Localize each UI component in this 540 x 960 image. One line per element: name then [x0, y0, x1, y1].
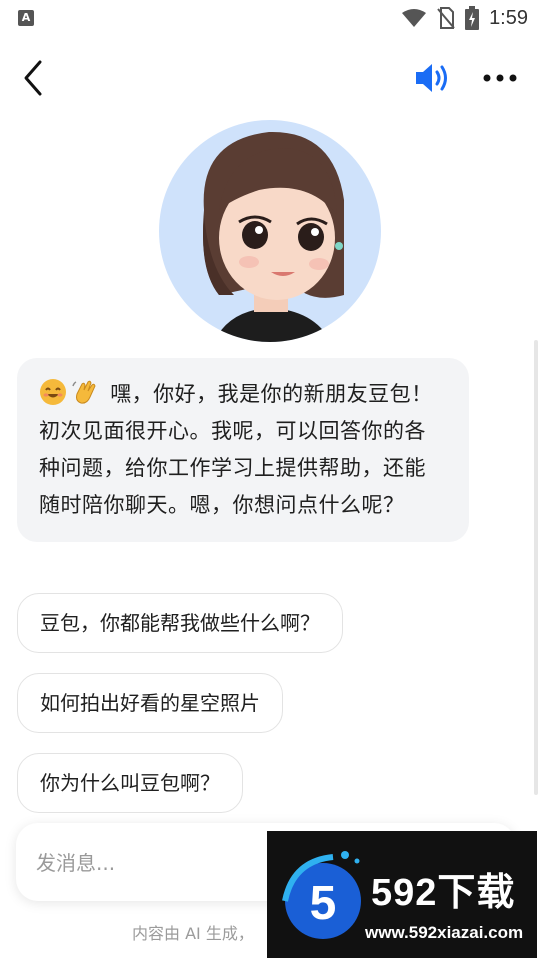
chat-scrollbar[interactable]: [534, 340, 538, 795]
watermark-title: 592下载: [371, 872, 516, 914]
waving-hand-emoji-icon: [72, 380, 96, 404]
assistant-message-bubble: 嘿，你好，我是你的新朋友豆包！初次见面很开心。我呢，可以回答你的各种问题，给你工…: [17, 358, 469, 542]
chevron-left-icon: [24, 60, 42, 96]
more-icon: [483, 74, 517, 82]
watermark-url: www.592xiazai.com: [365, 923, 524, 942]
top-bar: [0, 50, 540, 106]
speaker-icon: [416, 64, 447, 92]
wifi-icon: [402, 9, 427, 27]
suggestion-chip[interactable]: 豆包，你都能帮我做些什么啊？: [17, 593, 343, 653]
watermark-logo-mark: 5: [310, 877, 337, 930]
ai-disclaimer: 内容由 AI 生成，: [132, 924, 254, 943]
battery-charging-icon: [465, 6, 480, 30]
clock: 1:59: [489, 6, 528, 29]
suggestion-chip[interactable]: 你为什么叫豆包啊？: [17, 753, 243, 813]
voice-toggle-button[interactable]: [412, 60, 452, 96]
back-button[interactable]: [18, 58, 54, 98]
status-bar: A 1:59: [0, 0, 540, 36]
more-options-button[interactable]: [480, 64, 520, 92]
no-sim-icon: [437, 7, 455, 29]
app-notification-icon: A: [18, 10, 34, 26]
smiling-face-emoji-icon: [40, 379, 66, 405]
suggestion-chip[interactable]: 如何拍出好看的星空照片: [17, 673, 283, 733]
message-input[interactable]: [34, 841, 268, 885]
watermark-logo-icon: 5: [282, 851, 361, 939]
assistant-avatar: [159, 120, 381, 342]
site-watermark: 5 592下载 www.592xiazai.com: [267, 831, 537, 958]
avatar-illustration: [203, 131, 344, 342]
status-icons: 1:59: [401, 6, 528, 30]
